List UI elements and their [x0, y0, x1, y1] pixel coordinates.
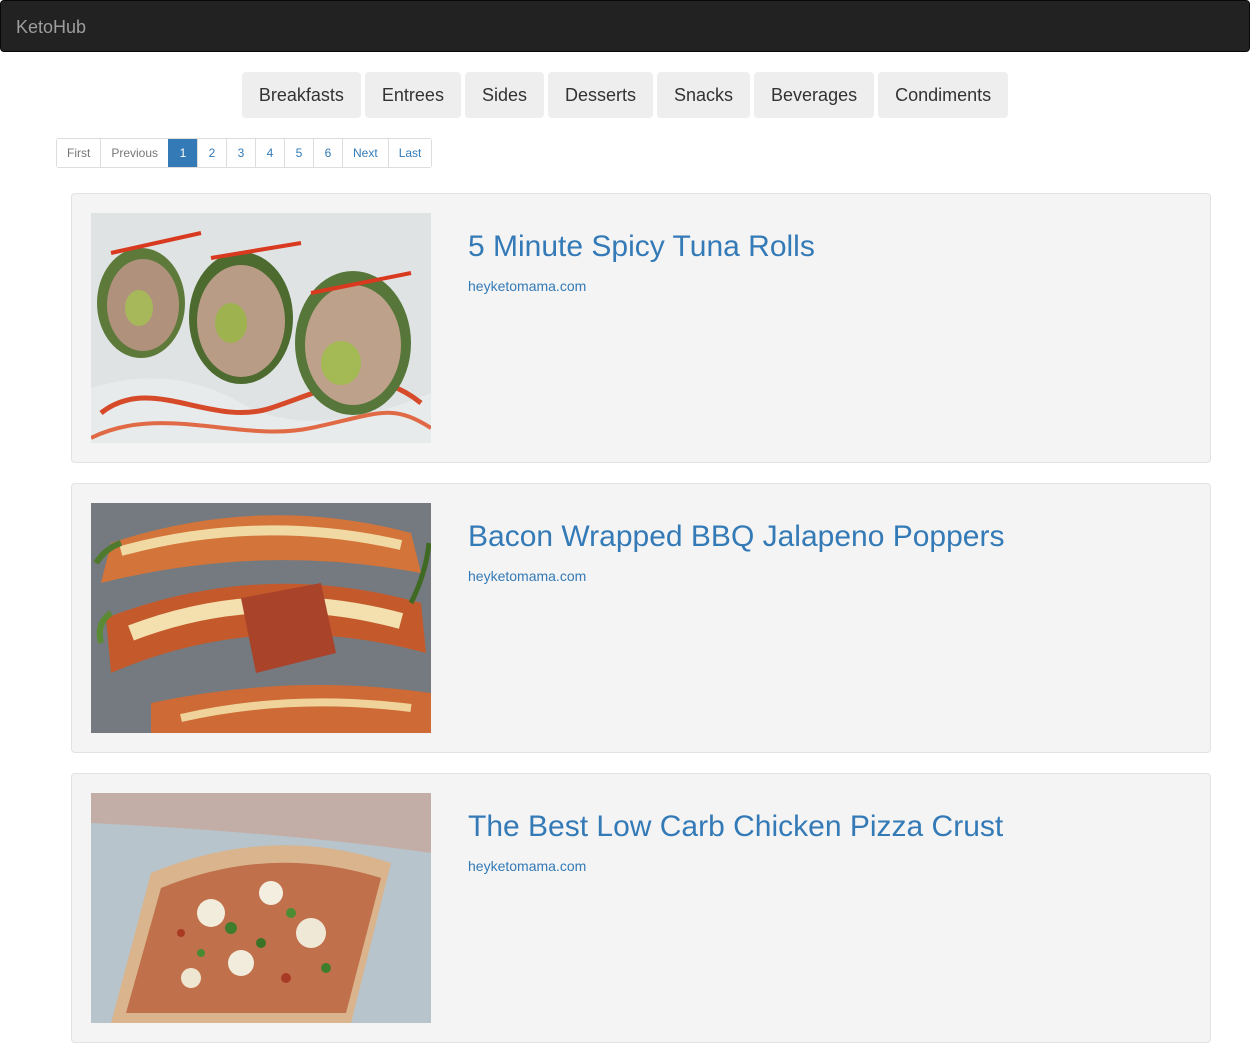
- category-entrees[interactable]: Entrees: [364, 72, 461, 118]
- recipe-source-link[interactable]: heyketomama.com: [468, 858, 586, 874]
- recipe-image[interactable]: [91, 503, 431, 733]
- category-breakfasts[interactable]: Breakfasts: [241, 72, 361, 118]
- recipe-image[interactable]: [91, 213, 431, 443]
- category-nav: Breakfasts Entrees Sides Desserts Snacks…: [0, 72, 1250, 118]
- recipe-source-link[interactable]: heyketomama.com: [468, 278, 586, 294]
- recipe-card: The Best Low Carb Chicken Pizza Crust he…: [71, 773, 1211, 1043]
- category-condiments[interactable]: Condiments: [878, 72, 1009, 118]
- recipe-source-link[interactable]: heyketomama.com: [468, 568, 586, 584]
- category-desserts[interactable]: Desserts: [547, 72, 653, 118]
- recipe-title[interactable]: The Best Low Carb Chicken Pizza Crust: [468, 810, 1003, 844]
- category-beverages[interactable]: Beverages: [754, 72, 875, 118]
- page-1[interactable]: 1: [168, 139, 198, 167]
- recipe-title[interactable]: Bacon Wrapped BBQ Jalapeno Poppers: [468, 520, 1004, 554]
- page-2[interactable]: 2: [197, 139, 227, 167]
- page-next[interactable]: Next: [342, 139, 388, 167]
- page-5[interactable]: 5: [284, 139, 314, 167]
- recipe-card: Bacon Wrapped BBQ Jalapeno Poppers heyke…: [71, 483, 1211, 753]
- category-sides[interactable]: Sides: [464, 72, 544, 118]
- page-4[interactable]: 4: [255, 139, 285, 167]
- page-6[interactable]: 6: [313, 139, 343, 167]
- recipe-card: 5 Minute Spicy Tuna Rolls heyketomama.co…: [71, 193, 1211, 463]
- recipe-title[interactable]: 5 Minute Spicy Tuna Rolls: [468, 230, 815, 264]
- navbar: KetoHub: [0, 0, 1250, 52]
- brand-logo[interactable]: KetoHub: [16, 1, 86, 53]
- recipe-image[interactable]: [91, 793, 431, 1023]
- page-previous[interactable]: Previous: [100, 139, 169, 167]
- page-first[interactable]: First: [57, 139, 101, 167]
- pagination: First Previous 1 2 3 4 5 6 Next Last: [56, 138, 433, 168]
- page-last[interactable]: Last: [387, 139, 432, 167]
- page-3[interactable]: 3: [226, 139, 256, 167]
- category-snacks[interactable]: Snacks: [657, 72, 751, 118]
